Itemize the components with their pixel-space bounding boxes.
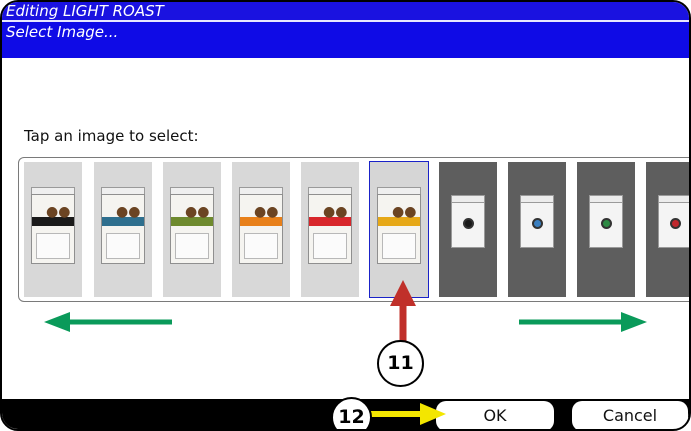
coffee-bag-icon: ●● [170, 187, 214, 264]
image-option[interactable]: ●● [94, 162, 152, 297]
ok-button[interactable]: OK [436, 401, 554, 429]
image-carousel[interactable]: ●● ●● ●● ●● ●● ●● [18, 157, 689, 302]
image-option[interactable] [577, 162, 635, 297]
coffee-bag-icon: ●● [101, 187, 145, 264]
instruction-text: Tap an image to select: [24, 127, 199, 145]
ok-pointer-arrow-icon [368, 403, 446, 425]
image-option[interactable] [439, 162, 497, 297]
coffee-pod-icon [589, 202, 623, 248]
coffee-pod-icon [451, 202, 485, 248]
window-title: Editing LIGHT ROAST [2, 2, 689, 20]
coffee-bag-icon: ●● [31, 187, 75, 264]
image-option[interactable] [508, 162, 566, 297]
coffee-bag-icon: ●● [308, 187, 352, 264]
cancel-button[interactable]: Cancel [572, 401, 688, 429]
image-option[interactable]: ●● [24, 162, 82, 297]
scroll-left-arrow-icon[interactable] [42, 310, 177, 334]
coffee-bag-icon: ●● [239, 187, 283, 264]
coffee-pod-icon [520, 202, 554, 248]
image-option[interactable]: ●● [232, 162, 290, 297]
step-callout-12: 12 [331, 397, 372, 429]
dialog-header: Select Image... [2, 20, 689, 58]
image-option[interactable] [646, 162, 689, 297]
coffee-bag-icon: ●● [377, 187, 421, 264]
dialog-frame: Editing LIGHT ROAST Select Image... Tap … [0, 0, 691, 431]
coffee-pod-icon [658, 202, 689, 248]
image-option[interactable]: ●● [301, 162, 359, 297]
dialog-subtitle: Select Image... [6, 23, 119, 41]
scroll-right-arrow-icon[interactable] [515, 310, 650, 334]
select-pointer-arrow-icon [390, 280, 416, 342]
image-option[interactable]: ●● [369, 161, 429, 298]
step-callout-11: 11 [377, 340, 424, 387]
image-option[interactable]: ●● [163, 162, 221, 297]
